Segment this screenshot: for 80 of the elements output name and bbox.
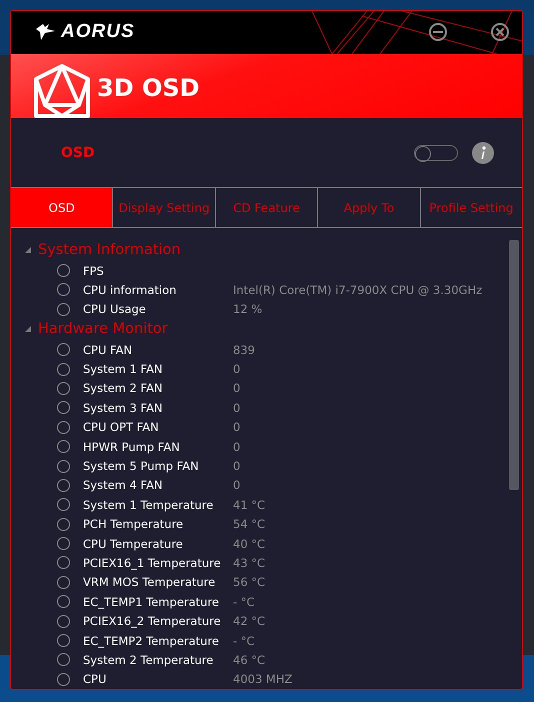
item-value: 0: [233, 381, 240, 396]
close-button[interactable]: [490, 22, 510, 42]
item-value: 41 °C: [233, 498, 266, 512]
tab[interactable]: Display Setting: [113, 188, 216, 227]
item-label: PCIEX16_1 Temperature: [83, 556, 222, 570]
expand-arrow-icon[interactable]: [25, 247, 31, 254]
item-label: System 2 Temperature: [83, 652, 214, 667]
item-value: - °C: [233, 594, 255, 609]
osd-toggle[interactable]: [414, 144, 458, 161]
radio-button[interactable]: [57, 440, 70, 454]
item-value: 42 °C: [233, 614, 266, 628]
item-label: System 4 FAN: [83, 478, 164, 492]
item-label: CPU OPT FAN: [83, 420, 160, 434]
item-label: FPS: [83, 264, 105, 278]
tab[interactable]: OSD: [11, 188, 114, 227]
item-value: Intel(R) Core(TM) i7-7900X CPU @ 3.30GHz: [233, 282, 482, 297]
radio-button[interactable]: [57, 362, 70, 376]
item-value: 0: [233, 362, 240, 376]
item-label: CPU Usage: [83, 302, 147, 316]
group-title: System Information: [38, 242, 181, 258]
item-value: 12 %: [233, 302, 262, 316]
item-label: HPWR Pump FAN: [83, 440, 181, 454]
item-value: 40 °C: [233, 536, 266, 551]
item-label: System 1 Temperature: [83, 498, 214, 512]
tab[interactable]: CD Feature: [216, 188, 318, 227]
logo-text: AORUS: [61, 21, 135, 44]
info-icon[interactable]: [472, 142, 494, 164]
item-label: System 1 FAN: [83, 362, 164, 376]
radio-button[interactable]: [57, 498, 70, 512]
item-value: 0: [233, 400, 240, 415]
item-value: 0: [233, 459, 240, 474]
item-label: VRM MOS Temperature: [83, 575, 216, 590]
radio-button[interactable]: [57, 302, 70, 316]
radio-button[interactable]: [57, 401, 70, 414]
radio-button[interactable]: [57, 460, 70, 473]
item-value: 0: [233, 440, 240, 454]
expand-arrow-icon[interactable]: [25, 326, 31, 332]
radio-button[interactable]: [57, 634, 70, 648]
scrollbar[interactable]: [509, 240, 519, 490]
radio-button[interactable]: [57, 614, 70, 628]
item-label: CPU FAN: [83, 342, 134, 357]
radio-button[interactable]: [57, 343, 70, 356]
item-label: PCIEX16_2 Temperature: [83, 614, 222, 628]
item-label: System 2 FAN: [83, 381, 164, 396]
item-label: EC_TEMP2 Temperature: [83, 634, 220, 648]
radio-button[interactable]: [57, 537, 70, 550]
tab[interactable]: Profile Setting: [420, 188, 522, 227]
item-label: System 5 Pump FAN: [83, 459, 200, 474]
cube-icon: [33, 62, 91, 118]
item-value: 56 °C: [233, 575, 266, 590]
radio-button[interactable]: [57, 672, 70, 686]
item-label: EC_TEMP1 Temperature: [83, 594, 220, 609]
app-title: 3D OSD: [97, 74, 200, 102]
item-value: 4003 MHZ: [233, 672, 292, 686]
item-label: CPU information: [83, 282, 178, 297]
radio-button[interactable]: [57, 556, 70, 570]
radio-button[interactable]: [57, 478, 70, 492]
radio-button[interactable]: [57, 576, 70, 589]
minimize-button[interactable]: [428, 22, 448, 42]
item-value: 0: [233, 478, 240, 492]
radio-button[interactable]: [57, 518, 70, 531]
item-value: - °C: [233, 634, 255, 648]
item-label: PCH Temperature: [83, 517, 184, 532]
radio-button[interactable]: [57, 420, 70, 434]
group-title: Hardware Monitor: [38, 321, 168, 338]
tab[interactable]: Apply To: [318, 188, 421, 227]
item-label: CPU: [83, 672, 108, 686]
item-value: 46 °C: [233, 652, 266, 667]
radio-button[interactable]: [57, 283, 70, 296]
item-label: CPU Temperature: [83, 536, 184, 551]
item-value: 54 °C: [233, 517, 266, 532]
radio-button[interactable]: [57, 264, 70, 277]
radio-button[interactable]: [57, 653, 70, 666]
item-value: 839: [233, 342, 255, 357]
radio-button[interactable]: [57, 595, 70, 608]
item-value: 43 °C: [233, 556, 266, 570]
item-value: 0: [233, 420, 240, 434]
item-label: System 3 FAN: [83, 400, 164, 415]
osd-label: OSD: [61, 144, 96, 161]
radio-button[interactable]: [57, 382, 70, 395]
